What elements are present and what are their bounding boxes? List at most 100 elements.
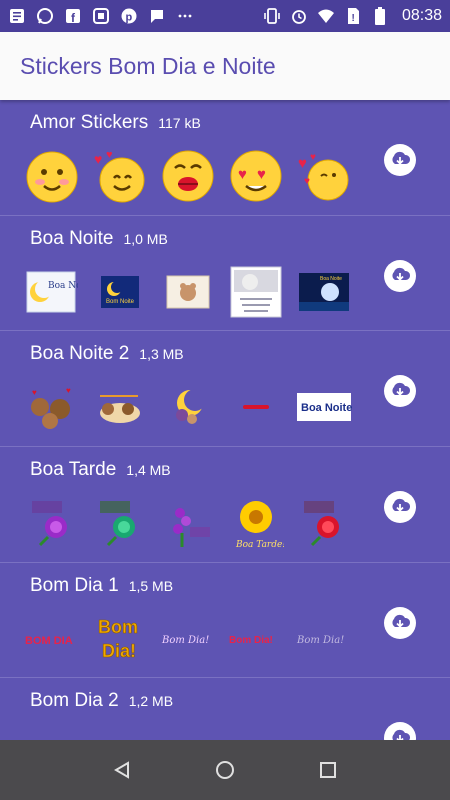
list-item[interactable]: Boa Noite 2 1,3 MB ♥ ♥ Boa Noite: [0, 331, 450, 448]
bom-dia-red-sticker: Bom Dia!: [228, 611, 284, 667]
sticker-previews: Boa Tarde!: [24, 495, 352, 551]
moon-card-sticker: Boa Noite: [24, 264, 80, 320]
sticker-caption: Bom Noite: [106, 299, 135, 305]
svg-text:♥: ♥: [32, 388, 37, 397]
sticker-previews: Boa Noite Bom Noite Boa Noite: [24, 264, 352, 320]
back-triangle-icon: [113, 761, 129, 779]
pack-name: Boa Noite: [30, 227, 114, 249]
pack-size: 117 kB: [158, 115, 201, 131]
battery-icon: [371, 7, 389, 25]
messenger-icon: [92, 7, 110, 25]
pack-name: Boa Tarde: [30, 459, 117, 481]
pinterest-icon: p: [120, 7, 138, 25]
boa-noite-text-sticker: Boa Noite: [296, 379, 352, 435]
moon-bear-sticker: [160, 379, 216, 435]
poem-card-sticker: [228, 264, 284, 320]
home-button[interactable]: [205, 750, 245, 790]
pack-size: 1,4 MB: [126, 462, 171, 479]
svg-text:♥: ♥: [94, 151, 102, 167]
svg-text:♥: ♥: [310, 152, 316, 163]
svg-text:♥: ♥: [106, 149, 113, 161]
more-icon: [176, 7, 194, 25]
notes-icon: [8, 7, 26, 25]
pack-size: 1,2 MB: [128, 693, 174, 710]
sticker-caption: Dia!: [102, 641, 136, 661]
svg-text:♥: ♥: [304, 176, 310, 187]
bom-dia-plain-sticker: Bom Dia!: [296, 611, 352, 667]
status-bar: f p ! 08:38: [0, 0, 450, 32]
sticker-caption: Bom Dia!: [229, 635, 273, 646]
list-item[interactable]: Bom Dia 1 1,5 MB BOM DIA Bom Dia! Bom Dia…: [0, 563, 450, 679]
heart-eyes-sticker: ♥ ♥: [228, 148, 284, 204]
list-item[interactable]: Bom Dia 2 1,2 MB: [0, 678, 450, 740]
bom-dia-script-sticker: Bom Dia!: [160, 611, 216, 667]
sticker-caption: BOM DIA: [25, 635, 73, 647]
pack-size: 1,3 MB: [139, 346, 184, 363]
small-red-text-sticker: [228, 379, 284, 435]
green-rose-sticker: [92, 495, 148, 551]
navigation-bar: [0, 740, 450, 800]
back-button[interactable]: [102, 750, 142, 790]
vibrate-icon: [263, 7, 281, 25]
cloud-download-icon: [392, 498, 411, 512]
pack-name: Amor Stickers: [30, 112, 149, 133]
no-sim-icon: !: [344, 7, 362, 25]
hearts-smile-sticker: ♥ ♥: [92, 148, 148, 204]
pack-name: Bom Dia 1: [30, 574, 119, 596]
red-rose-sticker: [296, 495, 352, 551]
facebook-icon: f: [64, 7, 82, 25]
boa-noite-bears-sticker: [92, 379, 148, 435]
pack-size: 1,5 MB: [128, 577, 174, 594]
whatsapp-icon: [36, 7, 54, 25]
bears-sticker: ♥ ♥: [24, 379, 80, 435]
cloud-download-icon: [392, 151, 411, 165]
app-bar: Stickers Bom Dia e Noite: [0, 32, 450, 100]
sticker-previews: ♥ ♥ Boa Noite: [24, 379, 352, 435]
download-button[interactable]: [384, 259, 416, 292]
svg-text:♥: ♥: [66, 386, 71, 395]
list-item[interactable]: Boa Tarde 1,4 MB Boa Tarde!: [0, 447, 450, 563]
svg-text:♥: ♥: [257, 166, 266, 183]
clock: 08:38: [401, 7, 442, 24]
page-title: Stickers Bom Dia e Noite: [20, 52, 276, 79]
download-button[interactable]: [384, 375, 416, 408]
recents-square-icon: [320, 762, 337, 778]
pack-size: 1,0 MB: [123, 230, 168, 247]
sticker-caption: Boa Noite: [48, 281, 78, 291]
sticker-caption: Bom Dia!: [161, 635, 209, 646]
purple-rose-sticker: [24, 495, 80, 551]
lilac-flowers-sticker: [160, 495, 216, 551]
bom-dia-gold-sticker: Bom Dia!: [92, 611, 148, 667]
sticker-caption: Bom Dia!: [296, 635, 344, 646]
cloud-download-icon: [392, 614, 411, 628]
svg-text:♥: ♥: [238, 166, 247, 183]
recents-button[interactable]: [308, 750, 348, 790]
download-button[interactable]: [384, 606, 416, 639]
svg-text:!: !: [351, 13, 354, 24]
alarm-icon: [290, 7, 308, 25]
cloud-download-icon: [392, 267, 411, 281]
svg-text:p: p: [126, 12, 133, 24]
sticker-caption: Boa Noite: [320, 276, 342, 282]
download-button[interactable]: [384, 722, 416, 740]
moon-blue-sticker: Bom Noite: [92, 264, 148, 320]
chat-icon: [148, 7, 166, 25]
download-button[interactable]: [384, 491, 416, 524]
sticker-caption: Boa Noite: [301, 402, 352, 414]
pack-name: Boa Noite 2: [30, 343, 130, 365]
bom-dia-colorful-sticker: BOM DIA: [24, 611, 80, 667]
pack-name: Bom Dia 2: [30, 690, 119, 712]
list-item[interactable]: Boa Noite 1,0 MB Boa Noite Bom Noite Boa…: [0, 216, 450, 332]
sunflower-sticker: Boa Tarde!: [228, 495, 284, 551]
cloud-download-icon: [392, 383, 411, 397]
sticker-previews: ♥ ♥ ♥ ♥ ♥ ♥ ♥: [24, 148, 352, 204]
blowing-kiss-sticker: ♥ ♥ ♥: [296, 148, 352, 204]
night-sky-sticker: Boa Noite: [296, 264, 352, 320]
list-item[interactable]: Amor Stickers 117 kB ♥ ♥ ♥ ♥ ♥ ♥ ♥: [0, 100, 450, 216]
sticker-caption: Bom: [98, 617, 138, 637]
download-button[interactable]: [384, 144, 416, 176]
teddy-card-sticker: [160, 264, 216, 320]
sticker-caption: Boa Tarde!: [235, 540, 284, 550]
sticker-pack-list[interactable]: Amor Stickers 117 kB ♥ ♥ ♥ ♥ ♥ ♥ ♥ Boa N…: [0, 100, 450, 740]
sticker-previews: BOM DIA Bom Dia! Bom Dia! Bom Dia! Bom Di…: [24, 611, 352, 667]
